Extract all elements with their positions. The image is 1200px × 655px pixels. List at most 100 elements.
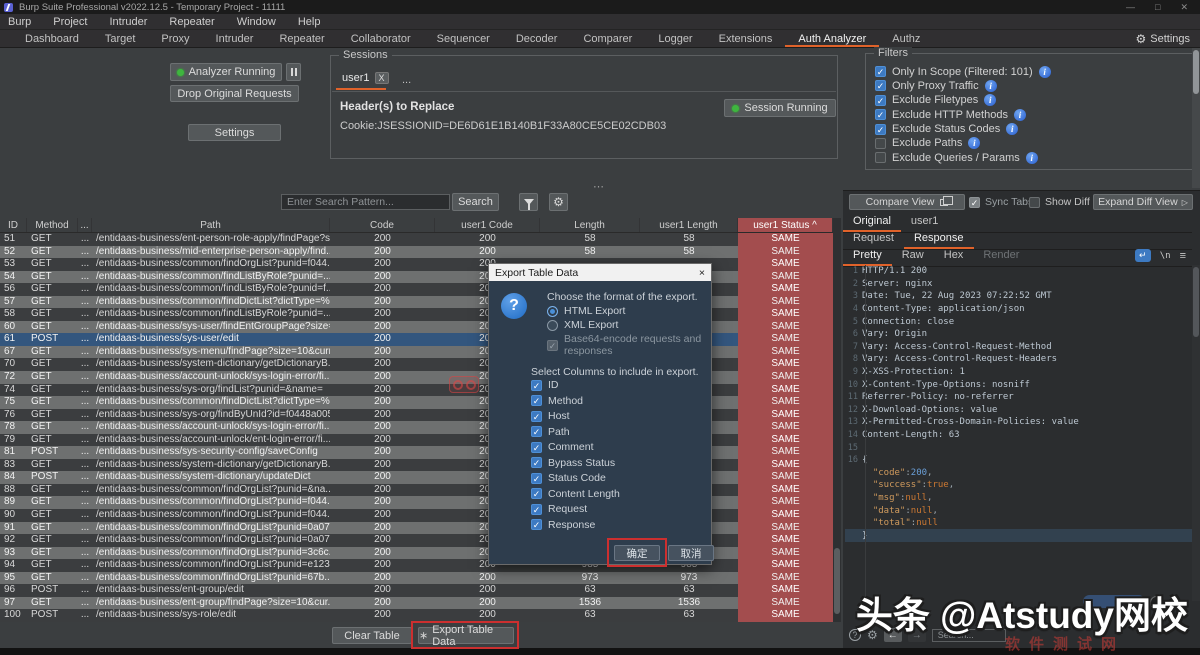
session-tab-close-button[interactable]: X (375, 72, 389, 84)
cell-s: SAME (738, 396, 833, 409)
export-column-comment[interactable]: ✓Comment (531, 441, 620, 453)
tab-target[interactable]: Target (92, 30, 149, 47)
info-icon[interactable]: i (985, 80, 997, 92)
column-header[interactable]: Path (92, 218, 330, 232)
search-button[interactable]: Search (452, 193, 499, 211)
filter-only-in-scope-filtered-101-[interactable]: ✓Only In Scope (Filtered: 101)i (875, 66, 1051, 77)
settings-button[interactable]: ⚙ Settings (1135, 30, 1200, 47)
column-header[interactable]: ID (0, 218, 27, 232)
tab-extensions[interactable]: Extensions (706, 30, 786, 47)
session-running-button[interactable]: Session Running (724, 99, 836, 117)
editor-menu-icon[interactable]: ≡ (1180, 250, 1186, 262)
menu-item-intruder[interactable]: Intruder (110, 16, 148, 28)
session-tab-user1[interactable]: user1 X (338, 70, 393, 86)
expand-diff-view-button[interactable]: Expand Diff View ▷ (1093, 194, 1193, 210)
close-icon[interactable]: ✕ (1180, 2, 1188, 13)
dialog-title-bar[interactable]: Export Table Data × (489, 264, 711, 281)
view-tab-raw[interactable]: Raw (892, 247, 934, 266)
tab-repeater[interactable]: Repeater (266, 30, 337, 47)
cell-m: GET (27, 547, 78, 560)
export-column-method[interactable]: ✓Method (531, 395, 620, 407)
filter-exclude-filetypes[interactable]: ✓Exclude Filetypesi (875, 95, 1051, 106)
show-diff-checkbox[interactable]: Show Diff (1029, 196, 1090, 208)
search-pattern-input[interactable]: Enter Search Pattern... (281, 194, 450, 210)
filter-exclude-queries-params[interactable]: Exclude Queries / Paramsi (875, 152, 1051, 163)
table-row[interactable]: 51GET.../entidaas-business/ent-person-ro… (0, 233, 833, 246)
soft-wrap-icon[interactable]: ↵ (1135, 249, 1151, 262)
info-icon[interactable]: i (1039, 66, 1051, 78)
show-newlines-icon[interactable]: \n (1160, 251, 1171, 261)
export-column-content-length[interactable]: ✓Content Length (531, 488, 620, 500)
column-header[interactable]: Code (330, 218, 435, 232)
panel-scrollbar[interactable] (1192, 48, 1200, 188)
maximize-icon[interactable]: □ (1155, 2, 1160, 13)
filter-exclude-paths[interactable]: Exclude Pathsi (875, 138, 1051, 149)
export-column-host[interactable]: ✓Host (531, 410, 620, 422)
tab-logger[interactable]: Logger (645, 30, 705, 47)
editor-scrollbar[interactable] (1192, 265, 1200, 601)
info-icon[interactable]: i (1006, 123, 1018, 135)
view-tab-pretty[interactable]: Pretty (843, 247, 892, 266)
export-column-id[interactable]: ✓ID (531, 379, 620, 391)
tab-intruder[interactable]: Intruder (203, 30, 267, 47)
splitter-handle[interactable]: ⋯ (593, 180, 605, 193)
sync-tabs-checkbox[interactable]: ✓ Sync Tabs (969, 196, 1033, 208)
info-icon[interactable]: i (1026, 152, 1038, 164)
column-header[interactable]: Length (540, 218, 640, 232)
tab-authz[interactable]: Authz (879, 30, 933, 47)
menu-item-window[interactable]: Window (237, 16, 276, 28)
table-row[interactable]: 52GET.../entidaas-business/mid-enterpris… (0, 246, 833, 259)
response-line: 6Vary: Origin (845, 328, 1192, 341)
info-icon[interactable]: i (968, 137, 980, 149)
cell-m: GET (27, 572, 78, 585)
table-scrollbar[interactable] (833, 218, 841, 622)
cell-s: SAME (738, 484, 833, 497)
response-line: 3Date: Tue, 22 Aug 2023 07:22:52 GMT (845, 290, 1192, 303)
cancel-button[interactable]: 取消 (668, 545, 714, 561)
info-icon[interactable]: i (1014, 109, 1026, 121)
menu-item-repeater[interactable]: Repeater (169, 16, 214, 28)
menu-item-project[interactable]: Project (53, 16, 87, 28)
info-icon[interactable]: i (984, 94, 996, 106)
drop-original-requests-button[interactable]: Drop Original Requests (170, 85, 299, 102)
tab-sequencer[interactable]: Sequencer (424, 30, 503, 47)
response-editor[interactable]: 1HTTP/1.1 2002Server: nginx3Date: Tue, 2… (845, 265, 1192, 601)
tab-proxy[interactable]: Proxy (148, 30, 202, 47)
export-column-request[interactable]: ✓Request (531, 503, 620, 515)
filter-exclude-status-codes[interactable]: ✓Exclude Status Codesi (875, 124, 1051, 135)
analyzer-settings-button[interactable]: Settings (188, 124, 281, 141)
column-header[interactable]: Method (27, 218, 78, 232)
minimize-icon[interactable]: — (1126, 2, 1135, 13)
filter-button[interactable] (519, 193, 538, 211)
table-settings-button[interactable]: ⚙ (549, 193, 568, 211)
radio-xml-export[interactable]: XML Export (547, 319, 618, 331)
pause-button[interactable] (286, 63, 301, 81)
export-column-bypass-status[interactable]: ✓Bypass Status (531, 457, 620, 469)
tab-decoder[interactable]: Decoder (503, 30, 571, 47)
menu-item-help[interactable]: Help (298, 16, 321, 28)
column-header[interactable]: user1 Length (640, 218, 738, 232)
menu-item-burp[interactable]: Burp (8, 16, 31, 28)
export-column-status-code[interactable]: ✓Status Code (531, 472, 620, 484)
analyzer-running-button[interactable]: Analyzer Running (170, 63, 282, 81)
view-tab-hex[interactable]: Hex (934, 247, 974, 266)
compare-view-button[interactable]: Compare View (849, 194, 965, 210)
filter-exclude-http-methods[interactable]: ✓Exclude HTTP Methodsi (875, 109, 1051, 120)
view-tab-render[interactable]: Render (973, 247, 1029, 266)
tab-collaborator[interactable]: Collaborator (338, 30, 424, 47)
cell-m: GET (27, 233, 78, 246)
column-header[interactable]: user1 Code (435, 218, 540, 232)
radio-html-export[interactable]: HTML Export (547, 305, 625, 317)
cookie-header-value[interactable]: Cookie:JSESSIONID=DE6D61E1B140B1F33A80CE… (340, 120, 666, 132)
column-header[interactable]: ... (78, 218, 92, 232)
tab-dashboard[interactable]: Dashboard (12, 30, 92, 47)
export-column-response[interactable]: ✓Response (531, 519, 620, 531)
session-more-tab[interactable]: ... (402, 74, 411, 86)
tab-auth-analyzer[interactable]: Auth Analyzer (785, 30, 879, 47)
export-column-path[interactable]: ✓Path (531, 426, 620, 438)
table-row[interactable]: 95GET.../entidaas-business/common/findOr… (0, 572, 833, 585)
column-header[interactable]: user1 Status ^ (738, 218, 833, 232)
tab-comparer[interactable]: Comparer (570, 30, 645, 47)
filter-only-proxy-traffic[interactable]: ✓Only Proxy Traffici (875, 80, 1051, 91)
dialog-close-icon[interactable]: × (699, 267, 705, 279)
